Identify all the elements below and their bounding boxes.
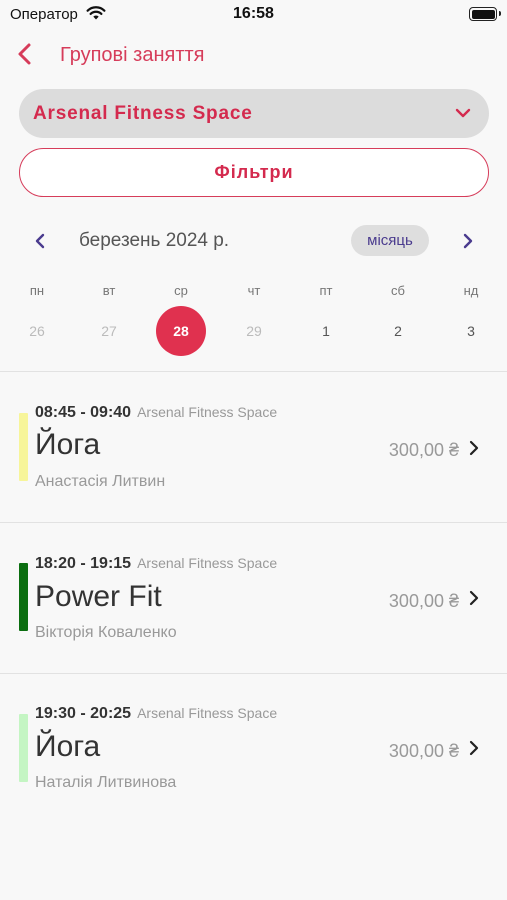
- session-price: 300,00 ₴: [388, 591, 459, 611]
- session-time: 18:20 - 19:15 Arsenal Fitness Space: [35, 555, 277, 573]
- session-time-range: 08:45 - 09:40: [35, 404, 132, 421]
- chevron-right-icon: [469, 740, 479, 756]
- session-price: 300,00 ₴: [388, 741, 459, 761]
- weekday-header: пн вт ср чт пт сб нд: [0, 283, 507, 303]
- next-month-button[interactable]: [458, 230, 478, 252]
- session-item[interactable]: 08:45 - 09:40 Arsenal Fitness Space Йога …: [0, 372, 507, 522]
- chevron-right-icon: [463, 233, 473, 249]
- week-days-row: 26 27 28 29 1 2 3: [0, 306, 507, 356]
- view-mode-toggle[interactable]: місяць: [351, 225, 429, 256]
- prev-month-button[interactable]: [30, 230, 50, 252]
- day-cell[interactable]: 2: [373, 306, 423, 356]
- filters-button[interactable]: Фільтри: [19, 148, 489, 197]
- battery-icon: [469, 7, 501, 21]
- weekday-label: пт: [319, 283, 333, 298]
- nav-header: Групові заняття: [0, 35, 507, 75]
- session-venue: Arsenal Fitness Space: [137, 555, 278, 571]
- status-bar: Оператор 16:58: [0, 0, 507, 30]
- session-venue: Arsenal Fitness Space: [137, 705, 278, 721]
- session-name: Power Fit: [35, 580, 162, 613]
- weekday-label: нд: [463, 283, 479, 298]
- weekday-label: пн: [29, 283, 45, 298]
- filters-button-label: Фільтри: [214, 162, 294, 182]
- chevron-left-icon: [35, 233, 45, 249]
- club-select[interactable]: Arsenal Fitness Space: [19, 89, 489, 138]
- session-trainer: Анастасія Литвин: [35, 473, 166, 490]
- chevron-down-icon: [455, 106, 471, 124]
- session-item[interactable]: 19:30 - 20:25 Arsenal Fitness Space Йога …: [0, 674, 507, 824]
- weekday-label: чт: [247, 283, 261, 298]
- session-trainer: Наталія Литвинова: [35, 774, 177, 791]
- session-trainer: Вікторія Коваленко: [35, 624, 177, 641]
- session-color-bar: [19, 413, 28, 481]
- day-cell[interactable]: 1: [301, 306, 351, 356]
- session-time-range: 18:20 - 19:15: [35, 555, 132, 572]
- view-mode-label: місяць: [367, 232, 413, 249]
- day-cell[interactable]: 29: [229, 306, 279, 356]
- day-cell[interactable]: 3: [446, 306, 496, 356]
- back-button[interactable]: [12, 39, 42, 69]
- session-time-range: 19:30 - 20:25: [35, 705, 132, 722]
- chevron-left-icon: [18, 43, 31, 65]
- weekday-label: сб: [391, 283, 405, 298]
- weekday-label: ср: [174, 283, 188, 298]
- chevron-right-icon: [469, 440, 479, 456]
- weekday-label: вт: [102, 283, 116, 298]
- page-title: Групові заняття: [60, 44, 205, 66]
- session-color-bar: [19, 563, 28, 631]
- session-time: 08:45 - 09:40 Arsenal Fitness Space: [35, 404, 277, 422]
- day-cell[interactable]: 26: [12, 306, 62, 356]
- month-navigator: березень 2024 р. місяць: [0, 222, 507, 260]
- session-venue: Arsenal Fitness Space: [137, 404, 278, 420]
- session-time: 19:30 - 20:25 Arsenal Fitness Space: [35, 705, 277, 723]
- session-name: Йога: [35, 730, 101, 763]
- session-name: Йога: [35, 428, 101, 461]
- month-label: березень 2024 р.: [79, 230, 230, 251]
- session-item[interactable]: 18:20 - 19:15 Arsenal Fitness Space Power…: [0, 523, 507, 673]
- club-select-value: Arsenal Fitness Space: [33, 103, 253, 124]
- session-color-bar: [19, 714, 28, 782]
- day-cell-selected[interactable]: 28: [156, 306, 206, 356]
- day-cell[interactable]: 27: [84, 306, 134, 356]
- clock: 16:58: [233, 5, 274, 22]
- chevron-right-icon: [469, 590, 479, 606]
- session-price: 300,00 ₴: [388, 440, 459, 460]
